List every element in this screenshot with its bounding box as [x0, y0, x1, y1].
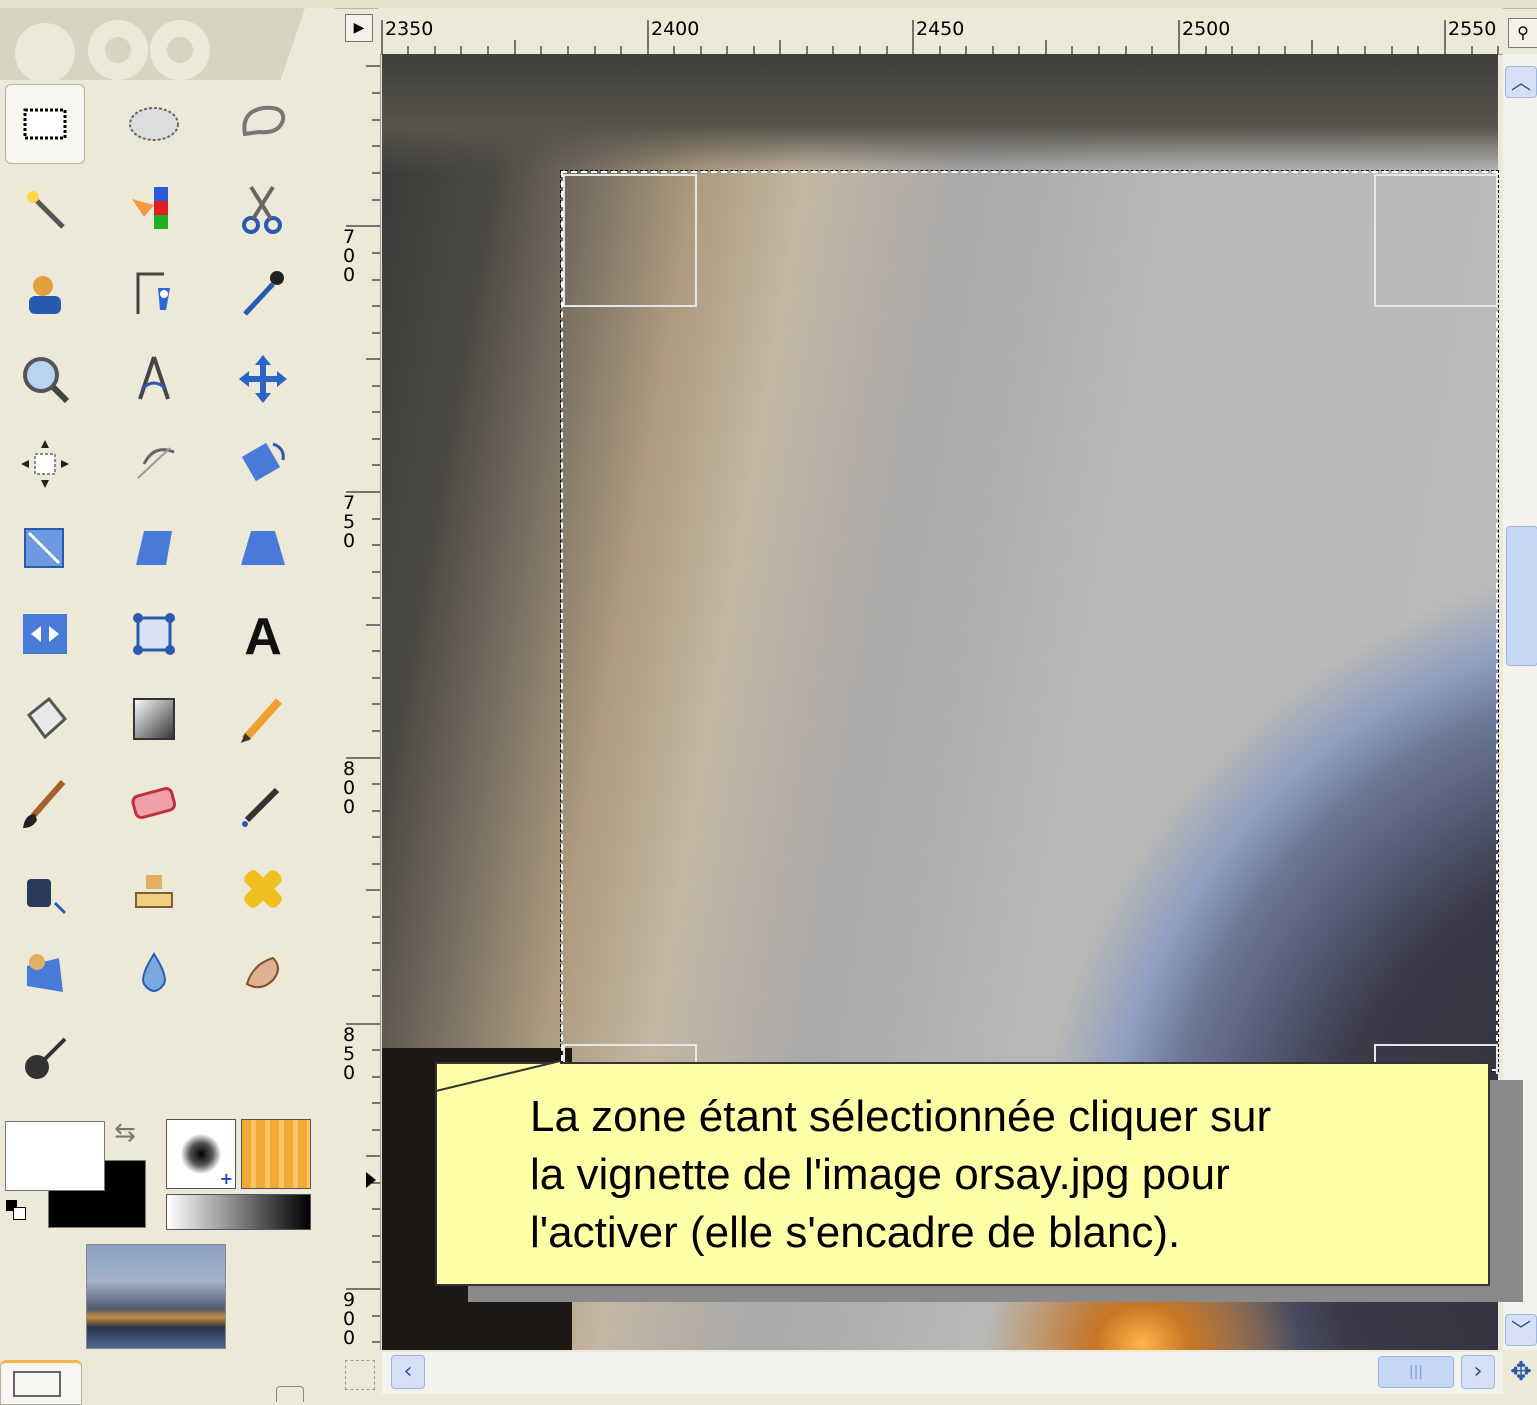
shear-icon[interactable]	[114, 509, 194, 589]
active-image-thumbnail[interactable]	[86, 1244, 226, 1349]
ruler-label: 850	[342, 1024, 356, 1084]
scroll-down-button[interactable]: ﹀	[1505, 1314, 1537, 1346]
default-colors-icon[interactable]	[6, 1200, 28, 1222]
menu-arrow-button[interactable]: ▶	[345, 14, 373, 42]
wilber-logo	[0, 8, 305, 80]
svg-text:A: A	[244, 608, 282, 664]
callout-line: La zone étant sélectionnée cliquer sur	[530, 1092, 1272, 1141]
ruler-label: 2550	[1448, 18, 1497, 40]
foreground-select-icon[interactable]	[5, 254, 85, 334]
blend-icon[interactable]	[114, 679, 194, 759]
perspective-icon[interactable]	[223, 509, 303, 589]
clone-icon[interactable]	[114, 849, 194, 929]
callout-line: l'activer (elle s'encadre de blanc).	[530, 1208, 1181, 1257]
dodge-burn-icon[interactable]	[5, 1019, 85, 1099]
eraser-icon[interactable]	[114, 764, 194, 844]
ruler-label: 2450	[916, 18, 965, 40]
zoom-icon[interactable]: ⚲	[1508, 18, 1537, 48]
pencil-icon[interactable]	[223, 679, 303, 759]
airbrush-icon[interactable]	[223, 764, 303, 844]
crop-icon[interactable]	[114, 424, 194, 504]
horizontal-scroll-thumb[interactable]: |||	[1378, 1356, 1454, 1388]
horizontal-ruler: 2350 2400 2450 2500 2550	[378, 8, 1503, 55]
color-picker-icon[interactable]	[223, 254, 303, 334]
perspective-clone-icon[interactable]	[5, 934, 85, 1014]
flip-icon[interactable]	[5, 594, 85, 674]
vertical-ruler: 700 750 800 850 900	[336, 54, 381, 1350]
move-icon[interactable]	[223, 339, 303, 419]
selection-handle-top-left[interactable]	[563, 174, 697, 307]
quick-mask-toggle[interactable]	[345, 1360, 375, 1390]
gradient-preview[interactable]	[166, 1194, 311, 1230]
navigate-icon[interactable]: ✥	[1505, 1356, 1537, 1388]
pattern-preview[interactable]	[241, 1119, 311, 1189]
zoom-icon[interactable]	[5, 339, 85, 419]
swap-colors-icon[interactable]: ⇆	[114, 1118, 136, 1148]
bucket-fill-icon[interactable]	[5, 679, 85, 759]
smudge-icon[interactable]	[223, 934, 303, 1014]
ellipse-select-icon[interactable]	[114, 84, 194, 164]
scroll-right-button[interactable]: ›	[1461, 1355, 1495, 1389]
tab-tool-options[interactable]	[0, 1360, 82, 1405]
scale-icon[interactable]	[5, 509, 85, 589]
scroll-up-button[interactable]: ︿	[1505, 66, 1537, 98]
free-select-icon[interactable]	[223, 84, 303, 164]
ruler-label: 750	[342, 492, 356, 552]
paintbrush-icon[interactable]	[5, 764, 85, 844]
canvas-sky-shade	[382, 54, 1498, 174]
horizontal-scrollbar[interactable]	[382, 1352, 1503, 1394]
callout-line: la vignette de l'image orsay.jpg pour	[530, 1150, 1230, 1199]
callout-text: La zone étant sélectionnée cliquer sur l…	[530, 1088, 1430, 1262]
text-icon[interactable]: A	[223, 594, 303, 674]
vertical-scroll-thumb[interactable]	[1506, 526, 1537, 666]
ruler-label: 800	[342, 758, 356, 818]
rotate-icon[interactable]	[223, 424, 303, 504]
scroll-left-button[interactable]: ‹	[391, 1355, 425, 1389]
select-by-color-icon[interactable]	[114, 169, 194, 249]
ruler-label: 2350	[385, 18, 434, 40]
brush-preview[interactable]: +	[166, 1119, 236, 1189]
scissors-select-icon[interactable]	[223, 169, 303, 249]
selection-handle-top-right[interactable]	[1374, 174, 1498, 307]
foreground-color-swatch[interactable]	[5, 1121, 105, 1191]
align-icon[interactable]	[5, 424, 85, 504]
ink-icon[interactable]	[5, 849, 85, 929]
fuzzy-select-icon[interactable]	[5, 169, 85, 249]
cage-icon[interactable]	[114, 594, 194, 674]
dock-menu-icon[interactable]	[276, 1386, 304, 1402]
blur-icon[interactable]	[114, 934, 194, 1014]
rectangle-selection[interactable]	[560, 170, 1499, 1072]
rect-select-icon[interactable]	[5, 84, 85, 164]
measure-icon[interactable]	[114, 339, 194, 419]
paths-icon[interactable]	[114, 254, 194, 334]
ruler-label: 2500	[1182, 18, 1231, 40]
heal-icon[interactable]	[223, 849, 303, 929]
ruler-label: 700	[342, 226, 356, 286]
ruler-label: 900	[342, 1289, 356, 1349]
ruler-label: 2400	[651, 18, 700, 40]
